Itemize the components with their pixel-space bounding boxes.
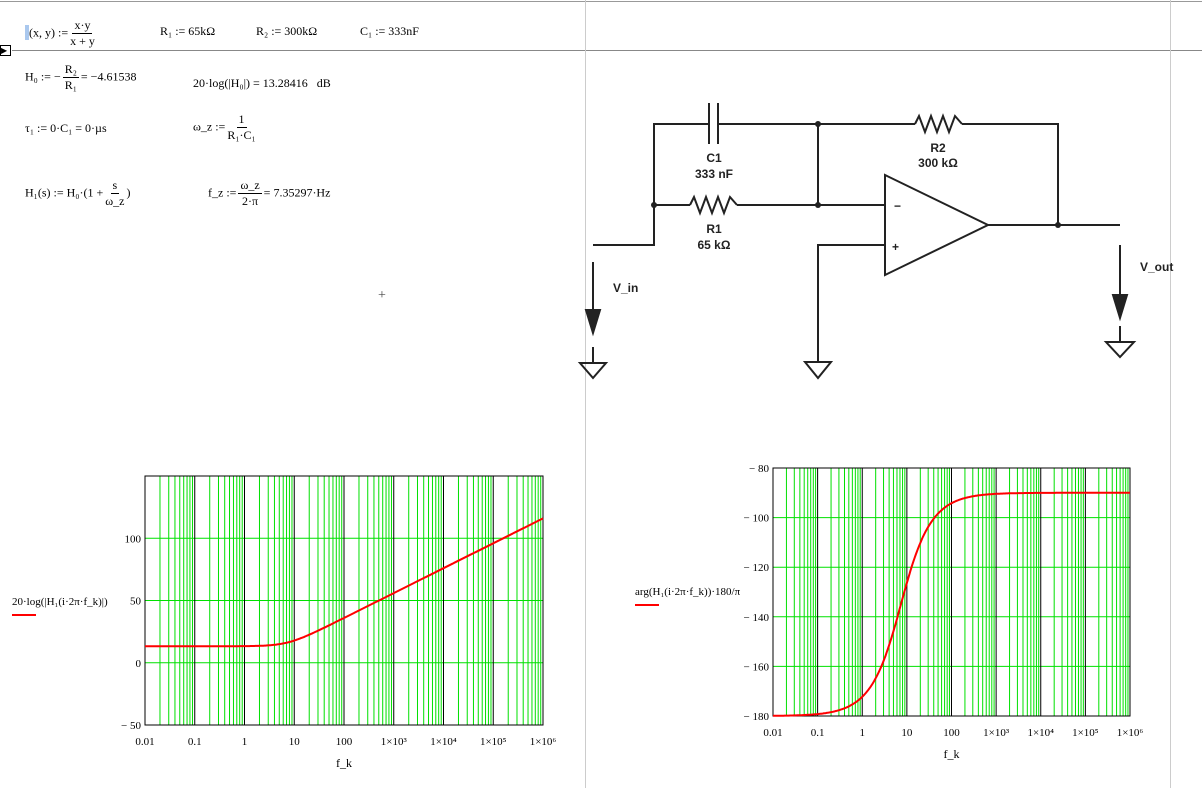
y-tick-label: − 160 bbox=[744, 661, 770, 673]
x-tick-label: 10 bbox=[289, 736, 301, 748]
x-tick-label: 1×10⁵ bbox=[1072, 727, 1099, 739]
x-axis-label: f_k bbox=[944, 747, 960, 761]
phase-plot[interactable]: − 180 − 160 − 140 − 120 − 100 − 80 0.01 0.1 1 10 1… bbox=[585, 455, 1170, 788]
vout-arrow bbox=[1111, 245, 1129, 322]
capacitor-c1 bbox=[708, 103, 719, 144]
y-axis-label: 20·log(|H₁(i·2π·f_k)|) bbox=[12, 596, 108, 608]
x-tick-label: 1 bbox=[860, 727, 866, 739]
vin-arrow bbox=[584, 262, 602, 337]
c1-label: C1 bbox=[706, 151, 722, 165]
y-axis-label: arg(H₁(i·2π·f_k))·180/π bbox=[635, 586, 741, 598]
r1-label: R1 bbox=[706, 222, 722, 236]
ground-symbols bbox=[577, 326, 1137, 380]
y-tick-label: − 120 bbox=[744, 562, 770, 574]
minus-sign: − bbox=[894, 199, 901, 213]
x-axis-label: f_k bbox=[336, 756, 352, 770]
y-tick-label: − 140 bbox=[744, 612, 770, 624]
opamp bbox=[884, 173, 991, 277]
y-tick-label: − 80 bbox=[749, 463, 769, 475]
x-tick-label: 1×10⁶ bbox=[530, 736, 557, 748]
vin-label: V_in bbox=[613, 281, 638, 295]
y-tick-label: − 100 bbox=[744, 513, 770, 525]
r2-label: R2 bbox=[930, 141, 946, 155]
y-tick-label: 0 bbox=[136, 658, 142, 670]
resistor-r1 bbox=[689, 194, 738, 216]
r1-value: 65 kΩ bbox=[698, 238, 731, 252]
x-tick-label: 1×10⁶ bbox=[1117, 727, 1144, 739]
x-tick-label: 100 bbox=[336, 736, 353, 748]
x-tick-label: 1×10³ bbox=[983, 727, 1010, 739]
circuit-schematic: C1 333 nF R1 65 kΩ R2 300 kΩ V_in V_out … bbox=[577, 103, 1173, 380]
c1-value: 333 nF bbox=[695, 167, 733, 181]
x-tick-label: 100 bbox=[943, 727, 960, 739]
x-tick-label: 10 bbox=[901, 727, 913, 739]
circuit-wires bbox=[593, 123, 1120, 362]
r2-value: 300 kΩ bbox=[918, 156, 958, 170]
y-tick-label: − 50 bbox=[121, 720, 141, 732]
x-tick-label: 1×10⁴ bbox=[430, 736, 457, 748]
x-tick-label: 1×10⁴ bbox=[1027, 727, 1054, 739]
x-tick-label: 0.1 bbox=[188, 736, 202, 748]
y-tick-label: 100 bbox=[125, 533, 142, 545]
plus-sign: + bbox=[892, 240, 899, 254]
x-tick-label: 1×10⁵ bbox=[480, 736, 507, 748]
x-tick-label: 0.01 bbox=[135, 736, 154, 748]
y-tick-label: 50 bbox=[130, 596, 142, 608]
resistor-r2 bbox=[914, 113, 963, 135]
x-tick-label: 1 bbox=[242, 736, 248, 748]
magnitude-plot[interactable]: − 50 0 50 100 0.01 0.1 1 10 100 1×10³ 1×10⁴ 1×10⁵ 1×… bbox=[0, 455, 585, 788]
x-tick-label: 0.01 bbox=[763, 727, 782, 739]
x-tick-label: 0.1 bbox=[811, 727, 825, 739]
vout-label: V_out bbox=[1140, 260, 1173, 274]
y-tick-label: − 180 bbox=[744, 711, 770, 723]
x-tick-label: 1×10³ bbox=[381, 736, 408, 748]
